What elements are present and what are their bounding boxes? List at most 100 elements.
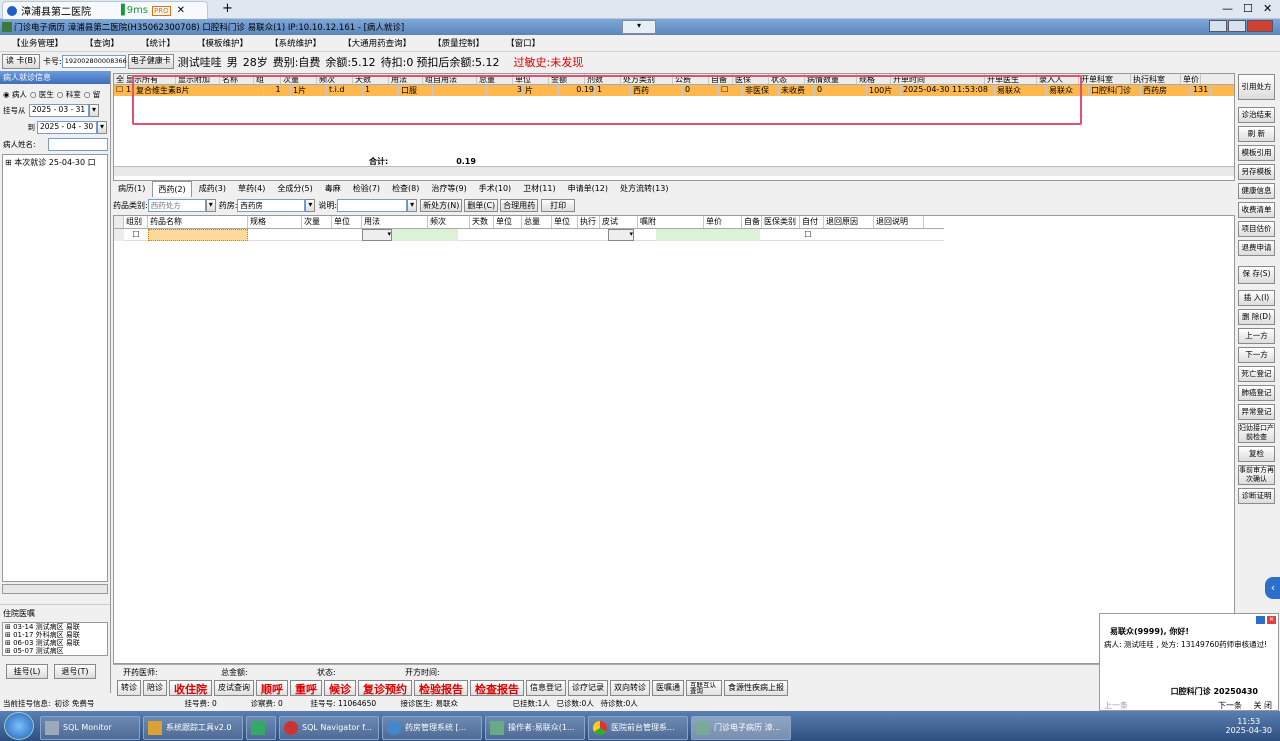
ward-item[interactable]: ⊞ 01-17 外科病区 易联 (5, 631, 107, 639)
recall-button[interactable]: 重呼 (290, 679, 322, 696)
exam-report-button[interactable]: 检查报告 (470, 679, 524, 696)
taskbar-item[interactable]: 操作者:易联众(1... (485, 715, 585, 740)
new-rx-button[interactable]: 新处方(N) (420, 198, 463, 212)
grid1-hscrollbar[interactable] (114, 166, 1234, 176)
new-tab-button[interactable]: + (222, 1, 233, 16)
fee-list-button[interactable]: 收费清单 (1238, 202, 1275, 218)
self-checkbox[interactable]: ☐ (798, 230, 818, 239)
quote-rx-button[interactable]: 引用处方 (1238, 74, 1275, 100)
app-close-button[interactable] (1247, 20, 1273, 32)
tab-patent-drug[interactable]: 成药(3) (194, 181, 231, 196)
tab-request[interactable]: 申请单(12) (563, 181, 613, 196)
collapse-arrow-icon[interactable]: ‹ (1265, 577, 1280, 599)
abnormal-register-button[interactable]: 异常登记 (1238, 404, 1275, 420)
wait-button[interactable]: 候诊 (324, 679, 356, 696)
drug-name-input[interactable] (148, 228, 248, 241)
ehc-button[interactable]: 电子健康卡 (127, 54, 174, 69)
note-select[interactable] (337, 198, 408, 212)
read-card-button[interactable]: 读 卡(B) (2, 54, 40, 69)
radio-patient[interactable]: ◉ 病人 (3, 89, 27, 100)
ward-item[interactable]: ⊞ 03-14 测试病区 易联 (5, 623, 107, 631)
window-maximize-icon[interactable]: ☐ (1243, 2, 1253, 15)
popup-minimize-icon[interactable] (1256, 616, 1265, 624)
estimate-button[interactable]: 项目估价 (1238, 221, 1275, 237)
tab-medical-record[interactable]: 病历(1) (113, 181, 150, 196)
app-minimize-button[interactable] (1209, 20, 1227, 32)
close-tab-icon[interactable]: ✕ (177, 5, 185, 16)
recheck-button[interactable]: 复检 (1238, 446, 1275, 462)
death-register-button[interactable]: 死亡登记 (1238, 366, 1275, 382)
next-rx-button[interactable]: 下一方 (1238, 347, 1275, 363)
tab-exam[interactable]: 检查(8) (387, 181, 424, 196)
delete-rx-button[interactable]: 删单(C) (464, 198, 499, 212)
order-link-button[interactable]: 医嘱通 (652, 679, 684, 696)
two-way-referral-button[interactable]: 双向转诊 (610, 679, 650, 696)
pre-review-button[interactable]: 事前审方再次确认 (1238, 465, 1275, 485)
info-register-button[interactable]: 信息登记 (526, 679, 566, 696)
popup-close-button[interactable]: 关 闭 (1253, 700, 1272, 711)
tab-ingredient[interactable]: 全成分(5) (272, 181, 317, 196)
menu-system[interactable]: 【系统维护】 (270, 37, 321, 49)
radio-stay[interactable]: ○ 留 (84, 89, 100, 100)
drug-type-dropdown[interactable]: ▾ (205, 198, 216, 212)
follow-up-button[interactable]: 复诊预约 (358, 679, 412, 696)
save-button[interactable]: 保 存(S) (1238, 266, 1275, 284)
tree-expand-icon[interactable]: ⊞ (5, 158, 12, 167)
tree-item-current[interactable]: 本次就诊 25-04-30 口 (14, 158, 95, 167)
skin-test-query-button[interactable]: 皮试查询 (214, 679, 254, 696)
radio-dept[interactable]: ○ 科室 (57, 89, 81, 100)
delete-button[interactable]: 删 除(D) (1238, 309, 1275, 325)
taskbar-item[interactable]: 系统跟踪工具v2.0 (143, 715, 243, 740)
pharmacy-select[interactable]: 西药房 (237, 198, 306, 212)
call-next-button[interactable]: 顺呼 (256, 679, 288, 696)
unregister-button[interactable]: 退号(T) (54, 664, 96, 679)
date-to-input[interactable]: 2025 - 04 - 30 (37, 121, 97, 134)
print-button[interactable]: 打印 (541, 198, 576, 212)
row-checkbox[interactable]: ☐ (124, 230, 148, 239)
taskbar-item[interactable]: SQL Monitor (40, 715, 140, 740)
admit-button[interactable]: 收住院 (169, 679, 212, 696)
tab-narcotic[interactable]: 毒麻 (320, 181, 346, 196)
register-button[interactable]: 挂号(L) (6, 664, 48, 679)
tab-supplies[interactable]: 卫材(11) (518, 181, 560, 196)
tab-western-drug[interactable]: 西药(2) (152, 180, 192, 197)
menu-drug-query[interactable]: 【大通用药查询】 (343, 37, 411, 49)
window-minimize-icon[interactable]: — (1222, 2, 1233, 15)
unit-dropdown[interactable]: ▾ (608, 228, 634, 241)
start-button[interactable] (4, 712, 34, 740)
template-quote-button[interactable]: 模板引用 (1238, 145, 1275, 161)
date-to-dropdown[interactable]: ▾ (97, 121, 107, 134)
row-checkbox[interactable]: ☐ (114, 85, 124, 96)
transfer-button[interactable]: 转诊 (117, 679, 141, 696)
prev-rx-button[interactable]: 上一方 (1238, 328, 1275, 344)
save-template-button[interactable]: 另存模板 (1238, 164, 1275, 180)
finish-button[interactable]: 诊治结束 (1238, 107, 1275, 123)
skin-test-input[interactable] (656, 228, 760, 241)
taskbar-item[interactable] (246, 715, 276, 740)
prenatal-button[interactable]: 妇幼接口产前检查 (1238, 423, 1275, 443)
popup-close-icon[interactable]: ✕ (1267, 616, 1276, 624)
pharmacy-dropdown[interactable]: ▾ (305, 198, 316, 212)
usage-input[interactable] (392, 228, 458, 241)
taskbar-item[interactable]: 门诊电子病历 漳... (691, 715, 791, 740)
lab-report-button[interactable]: 检验报告 (414, 679, 468, 696)
tab-treatment[interactable]: 治疗等(9) (426, 181, 471, 196)
menu-template[interactable]: 【模板维护】 (197, 37, 248, 49)
menu-query[interactable]: 【查询】 (85, 37, 119, 49)
mutual-recognition-button[interactable]: 互联互认查询 (686, 679, 722, 696)
popup-next-button[interactable]: 下一条 (1218, 700, 1242, 711)
tab-herbal[interactable]: 草药(4) (233, 181, 270, 196)
left-hscrollbar[interactable] (2, 584, 108, 594)
dropdown-toggle[interactable]: ▾ (622, 20, 656, 34)
health-info-button[interactable]: 健康信息 (1238, 183, 1275, 199)
patient-name-input[interactable] (48, 138, 108, 151)
taskbar-item[interactable]: 药房管理系统 [... (382, 715, 482, 740)
date-from-input[interactable]: 2025 - 03 - 31 (29, 104, 89, 117)
menu-business[interactable]: 【业务管理】 (12, 37, 63, 49)
clock[interactable]: 11:53 2025-04-30 (1226, 717, 1273, 735)
browser-tab[interactable]: 漳浦县第二医院 ▐ 9ms PRO ✕ (2, 1, 208, 19)
ward-item[interactable]: ⊞ 06-03 测试病区 易联 (5, 639, 107, 647)
radio-doctor[interactable]: ○ 医生 (30, 89, 54, 100)
foodborne-report-button[interactable]: 食源性疾病上报 (724, 679, 788, 696)
unit-dropdown[interactable]: ▾ (362, 228, 392, 241)
